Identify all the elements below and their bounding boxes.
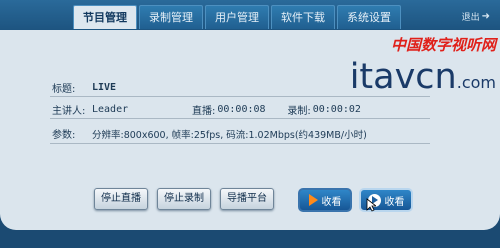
logout-arrow-icon: ➜: [481, 11, 490, 22]
divider: [50, 96, 430, 97]
title-value: LIVE: [92, 82, 117, 93]
host-value: Leader: [92, 104, 129, 115]
params-row: 参数: 分辨率:800x600, 帧率:25fps, 码流:1.02Mbps(约…: [52, 126, 367, 142]
host-label: 主讲人:: [52, 106, 86, 117]
tab-software-download[interactable]: 软件下载: [271, 5, 335, 29]
watch-label: 收看: [321, 196, 342, 208]
tab-recording-management[interactable]: 录制管理: [139, 5, 203, 29]
mouse-cursor-icon: [366, 198, 376, 212]
brand-cn: 中国数字视听网: [390, 36, 496, 54]
stop-live-button[interactable]: 停止直播: [94, 188, 148, 210]
brand-com: .com: [456, 73, 496, 92]
watch-label: 收看: [384, 196, 405, 208]
title-label: 标题:: [52, 84, 76, 95]
director-platform-button[interactable]: 导播平台: [220, 188, 274, 210]
divider: [50, 143, 430, 144]
tab-user-management[interactable]: 用户管理: [205, 5, 269, 29]
logout-link[interactable]: 退出 ➜: [462, 10, 490, 23]
params-value: 分辨率:800x600, 帧率:25fps, 码流:1.02Mbps(约439M…: [92, 129, 367, 141]
top-nav-bar: 节目管理 录制管理 用户管理 软件下载 系统设置 退出 ➜: [0, 0, 500, 30]
live-label: 直播:: [192, 106, 216, 117]
play-icon: [308, 194, 318, 206]
record-label: 录制:: [287, 106, 311, 117]
live-time: 00:00:08: [217, 104, 266, 115]
params-label: 参数:: [52, 130, 76, 141]
tab-system-settings[interactable]: 系统设置: [337, 5, 401, 29]
title-row: 标题: LIVE: [52, 80, 116, 95]
nav-tabs: 节目管理 录制管理 用户管理 软件下载 系统设置: [73, 5, 401, 29]
logout-label: 退出: [461, 13, 480, 23]
record-time: 00:00:02: [312, 104, 361, 115]
divider: [50, 118, 430, 119]
stop-record-button[interactable]: 停止录制: [157, 188, 211, 210]
host-row: 主讲人: Leader 直播: 00:00:08 录制: 00:00:02: [52, 102, 361, 117]
watch-button[interactable]: 收看: [298, 188, 352, 212]
brand-en: itavcn: [349, 57, 457, 97]
tab-program-management[interactable]: 节目管理: [73, 5, 137, 29]
